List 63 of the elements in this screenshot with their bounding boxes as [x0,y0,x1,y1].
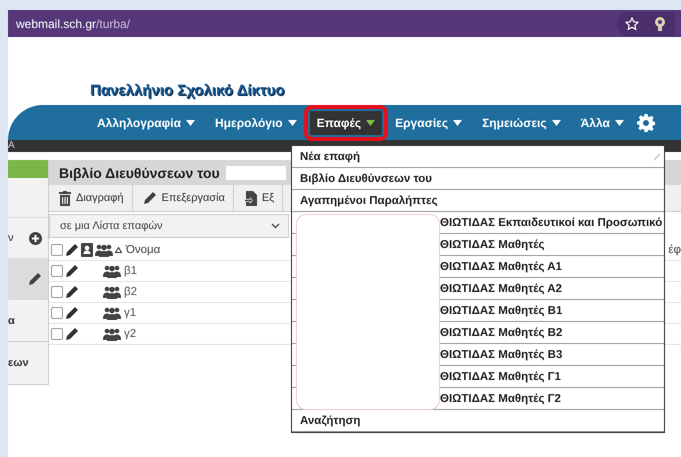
checkbox[interactable] [51,307,63,319]
checkbox[interactable] [51,328,63,340]
nav-tab[interactable]: Άλλα [574,110,631,134]
column-header[interactable]: έφ [668,244,681,256]
settings-icon[interactable] [636,114,655,132]
menu-item[interactable]: Νέα επαφή [292,146,664,168]
pencil-icon [65,285,79,299]
caret-icon [186,120,195,126]
nav-tab[interactable]: Ημερολόγιο [208,110,304,134]
group-icon [103,264,121,278]
pencil-icon [65,327,79,341]
group-icon [95,244,113,256]
group-icon [103,286,121,298]
sort-icon [115,247,122,253]
pencil-icon [142,191,157,205]
caret-icon [614,120,624,126]
toolbar-button[interactable]: Εξ [234,185,284,211]
pencil-icon [65,243,79,257]
group-icon [103,306,121,320]
contact-card-icon [81,243,93,257]
redaction-block [226,166,286,180]
caret-icon [366,120,376,126]
site-title: Πανελλήνιο Σχολικό Δίκτυο [90,82,285,99]
chevron-icon [271,223,280,229]
contact-name: β2 [124,286,138,298]
checkbox[interactable] [51,244,63,256]
sidebar-item[interactable] [8,259,48,300]
pencil-icon [65,306,79,320]
toolbar-button[interactable]: Επεξεργασία [132,185,234,211]
nav-tab[interactable]: Αλληλογραφία [90,110,202,134]
contact-name: β1 [124,265,138,277]
trash-icon [59,190,71,206]
sidebar-item[interactable]: α [8,300,48,342]
url-field[interactable]: webmail.sch.gr/turba/ [16,16,130,30]
sidebar-text: εων [8,357,29,370]
group-icon [103,328,121,340]
contact-name: γ2 [124,328,136,340]
sub-bar-text: Α [8,141,15,151]
nav-tab[interactable]: Εργασίες [388,110,470,134]
extension-icon[interactable] [653,16,667,32]
pencil-icon [65,264,79,278]
pencil-icon [28,272,42,286]
list-filter-dropdown[interactable]: σε μια Λίστα επαφών [49,214,289,238]
nav-tab[interactable]: Επαφές [310,110,382,134]
export-icon [244,190,257,206]
nav-tab[interactable]: Σημειώσεις [475,110,568,134]
checkbox[interactable] [51,265,63,277]
menu-item[interactable]: Αγαπημένοι Παραλήπτες [292,190,664,212]
caret-icon [288,120,297,126]
addressbook-title: Βιβλίο Διευθύνσεων του [59,164,220,180]
caret-icon [453,120,462,126]
add-icon[interactable] [29,232,42,245]
contact-name: γ1 [124,307,136,319]
caret-icon [552,120,561,126]
menu-item[interactable]: Βιβλίο Διευθύνσεων του [292,168,664,190]
checkbox[interactable] [51,286,63,298]
sidebar-text: ν [8,232,14,244]
resize-icon [654,154,660,160]
star-icon[interactable] [625,16,639,30]
sidebar-item[interactable]: εων [8,342,48,386]
sidebar-text: α [8,314,15,327]
toolbar-button[interactable]: Διαγραφή [49,185,133,211]
column-header[interactable]: Όνομα [126,244,160,256]
